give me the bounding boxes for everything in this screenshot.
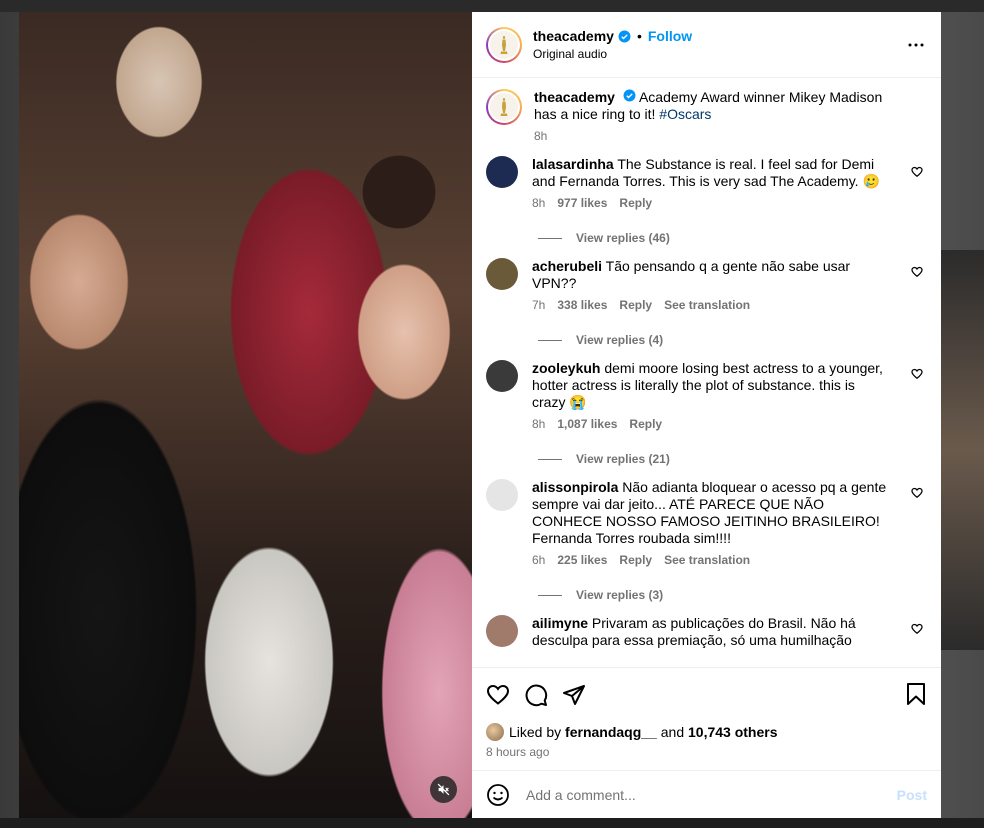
comment-like-button[interactable] (911, 265, 923, 283)
comment-bubble-icon (525, 684, 548, 706)
post-time-ago[interactable]: 8 hours ago (486, 745, 927, 759)
comment-item: ailimyne Privaram as publicações do Bras… (486, 602, 927, 649)
oscar-statuette-icon (500, 35, 508, 54)
author-avatar[interactable] (486, 26, 522, 63)
share-button[interactable] (562, 683, 586, 707)
comment-like-button[interactable] (911, 486, 923, 504)
view-replies-button[interactable]: View replies (4) (538, 333, 927, 347)
comment-username[interactable]: ailimyne (532, 615, 588, 631)
view-replies-button[interactable]: View replies (3) (538, 588, 927, 602)
backdrop-strip-right (940, 250, 984, 650)
liker-avatar[interactable] (486, 723, 504, 741)
comment-likes[interactable]: 225 likes (557, 553, 607, 567)
comment-like-button[interactable] (911, 367, 923, 385)
reply-button[interactable]: Reply (629, 417, 662, 431)
post-side-panel: theacademy • Follow Original audio theac… (472, 12, 941, 818)
commenter-avatar[interactable] (486, 156, 518, 188)
comment-username[interactable]: lalasardinha (532, 156, 614, 172)
liked-by-and: and (660, 724, 685, 740)
comment-time[interactable]: 8h (532, 196, 545, 210)
liked-by-others[interactable]: 10,743 others (688, 724, 778, 740)
verified-badge-icon (618, 30, 631, 43)
comment-time[interactable]: 6h (532, 553, 545, 567)
view-replies-label: View replies (3) (576, 588, 664, 602)
view-replies-label: View replies (4) (576, 333, 664, 347)
heart-icon (911, 368, 923, 380)
separator-dot: • (636, 28, 642, 44)
post-modal: theacademy • Follow Original audio theac… (19, 12, 941, 818)
reply-button[interactable]: Reply (619, 196, 652, 210)
view-replies-label: View replies (46) (576, 231, 670, 245)
heart-icon (911, 266, 923, 278)
follow-button[interactable]: Follow (648, 28, 692, 44)
heart-icon (911, 623, 923, 635)
like-button[interactable] (486, 683, 510, 707)
view-replies-button[interactable]: View replies (46) (538, 231, 927, 245)
post-header: theacademy • Follow Original audio (472, 12, 941, 78)
commenter-avatar[interactable] (486, 258, 518, 290)
comments-list[interactable]: theacademy Academy Award winner Mikey Ma… (472, 78, 941, 667)
liked-by-prefix: Liked by (509, 724, 562, 740)
view-replies-line (538, 237, 562, 239)
comment-like-button[interactable] (911, 165, 923, 183)
emoji-button[interactable] (486, 783, 510, 807)
comment-like-button[interactable] (911, 622, 923, 640)
backdrop-strip-top (0, 0, 984, 12)
paper-plane-icon (563, 684, 585, 705)
comment-likes[interactable]: 1,087 likes (557, 417, 617, 431)
action-bar (472, 667, 941, 721)
original-audio-link[interactable]: Original audio (533, 47, 692, 61)
hashtag-link[interactable]: #Oscars (659, 106, 711, 122)
comment-time[interactable]: 8h (532, 417, 545, 431)
author-username[interactable]: theacademy (533, 28, 614, 44)
video-player[interactable] (19, 12, 472, 818)
comment-username[interactable]: zooleykuh (532, 360, 600, 376)
view-replies-button[interactable]: View replies (21) (538, 452, 927, 466)
comment-likes[interactable]: 977 likes (557, 196, 607, 210)
comment-button[interactable] (524, 683, 548, 707)
caption-time: 8h (534, 129, 548, 143)
comment-time[interactable]: 7h (532, 298, 545, 312)
heart-icon (486, 684, 510, 705)
liked-by-user[interactable]: fernandaqg__ (565, 724, 657, 740)
emoji-smiley-icon (487, 783, 509, 806)
comment-item: acherubeli Tão pensando q a gente não sa… (486, 245, 927, 312)
commenter-avatar[interactable] (486, 360, 518, 392)
post-comment-button[interactable]: Post (897, 787, 927, 803)
caption-username[interactable]: theacademy (534, 89, 615, 105)
view-replies-label: View replies (21) (576, 452, 670, 466)
reply-button[interactable]: Reply (619, 298, 652, 312)
likes-section: Liked by fernandaqg__ and 10,743 others … (472, 721, 941, 759)
more-horizontal-icon (908, 43, 924, 47)
comment-username[interactable]: acherubeli (532, 258, 602, 274)
bookmark-icon (907, 683, 925, 705)
oscar-statuette-icon (500, 98, 508, 116)
comment-composer: Post (472, 770, 941, 818)
view-replies-line (538, 458, 562, 460)
caption: theacademy Academy Award winner Mikey Ma… (486, 78, 927, 143)
heart-icon (911, 487, 923, 499)
comment-item: lalasardinha The Substance is real. I fe… (486, 143, 927, 210)
comment-item: zooleykuh demi moore losing best actress… (486, 347, 927, 431)
comment-likes[interactable]: 338 likes (557, 298, 607, 312)
verified-badge-icon (623, 89, 636, 102)
view-replies-line (538, 594, 562, 596)
heart-icon (911, 166, 923, 178)
more-options-button[interactable] (907, 36, 925, 59)
caption-avatar[interactable] (486, 89, 522, 125)
commenter-avatar[interactable] (486, 615, 518, 647)
see-translation-button[interactable]: See translation (664, 298, 750, 312)
view-replies-line (538, 339, 562, 341)
comment-username[interactable]: alissonpirola (532, 479, 618, 495)
reply-button[interactable]: Reply (619, 553, 652, 567)
backdrop-strip-bottom (0, 818, 984, 828)
see-translation-button[interactable]: See translation (664, 553, 750, 567)
comment-input[interactable] (524, 785, 897, 804)
commenter-avatar[interactable] (486, 479, 518, 511)
comment-item: alissonpirola Não adianta bloquear o ace… (486, 466, 927, 567)
muted-speaker-icon (437, 783, 450, 796)
mute-button[interactable] (430, 776, 457, 803)
save-button[interactable] (905, 682, 927, 711)
